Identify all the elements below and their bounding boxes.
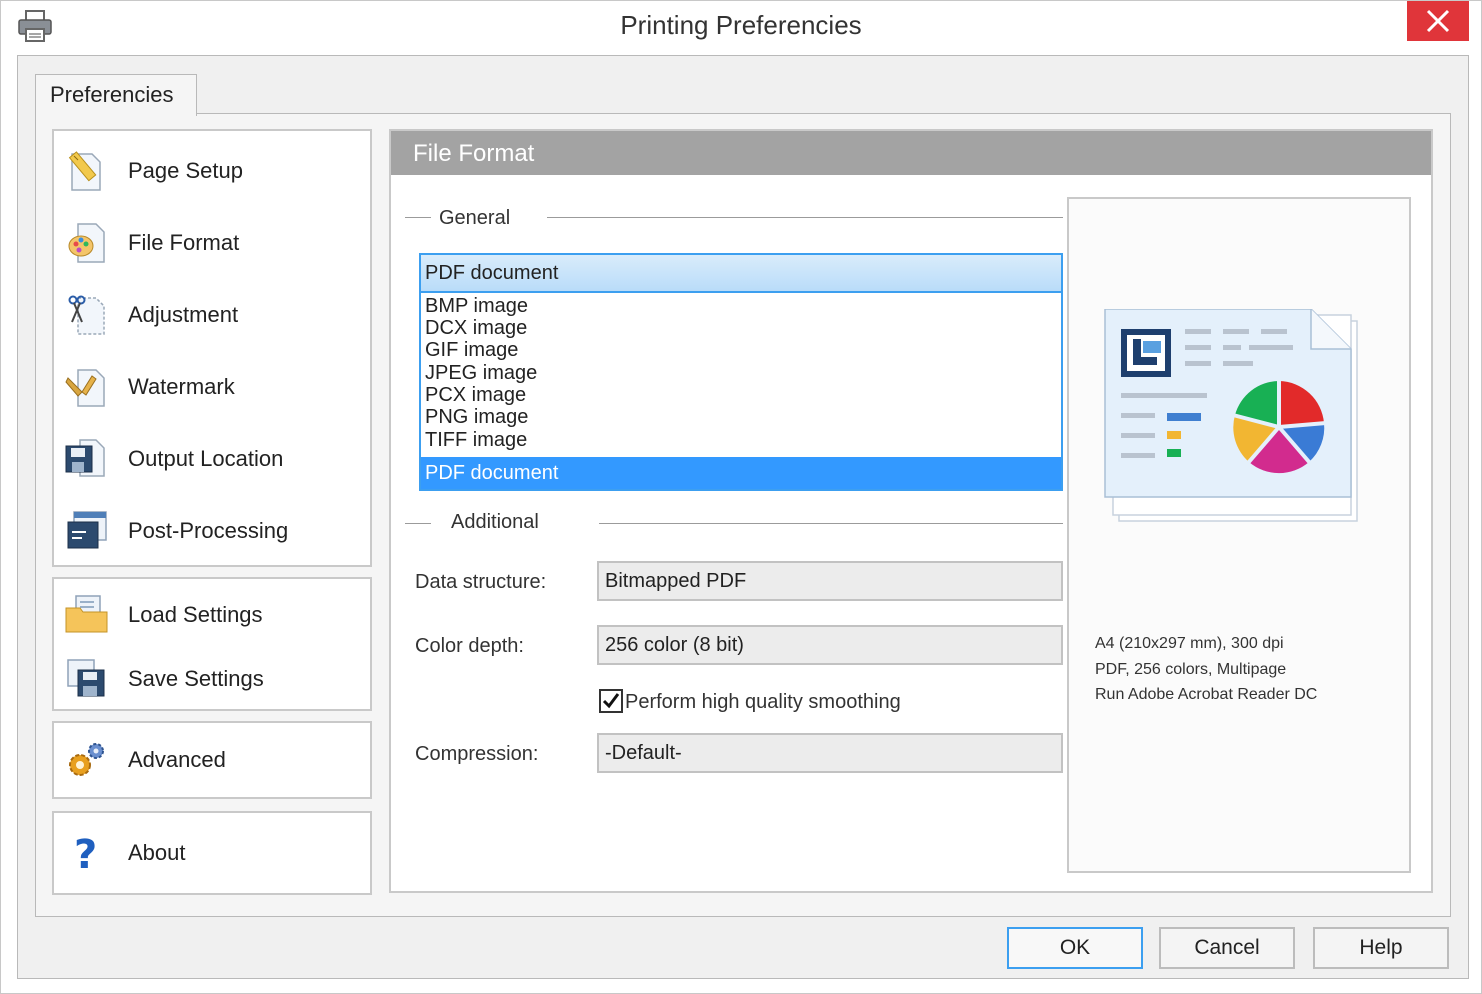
general-divider-left (405, 217, 431, 218)
nav-item-post-processing[interactable]: Post-Processing (64, 503, 364, 559)
general-group-label: General (439, 207, 511, 229)
additional-divider-right (599, 523, 1063, 524)
page-setup-icon (68, 151, 101, 191)
nav-advanced-group: Advanced (52, 721, 372, 799)
format-option-pdf[interactable]: PDF document (421, 457, 1061, 489)
close-button[interactable] (1407, 1, 1469, 41)
help-button[interactable]: Help (1313, 927, 1449, 969)
file-format-panel: File Format General PDF document BMP ima… (389, 129, 1433, 893)
help-question-icon: ? (74, 832, 97, 876)
post-processing-icon (67, 511, 107, 549)
format-combo[interactable]: PDF document (419, 253, 1063, 293)
nav-label-post-processing: Post-Processing (128, 518, 289, 543)
nav-item-load-settings[interactable]: Load Settings (64, 587, 364, 643)
nav-label-about: About (128, 840, 186, 865)
load-settings-icon (65, 595, 108, 633)
color-depth-field[interactable]: 256 color (8 bit) (597, 625, 1063, 665)
output-location-icon (65, 439, 105, 477)
nav-label-output-location: Output Location (128, 446, 284, 471)
format-option-dcx[interactable]: DCX image (425, 317, 1059, 339)
nav-label-load-settings: Load Settings (128, 602, 263, 627)
window-title: Printing Preferencies (620, 10, 862, 40)
format-option-pcx[interactable]: PCX image (425, 384, 1059, 406)
preview-info-line1: A4 (210x297 mm), 300 dpi (1095, 635, 1284, 652)
panel-header: File Format (391, 131, 1431, 175)
tab-preferencies[interactable]: Preferencies (35, 74, 197, 116)
smoothing-label: Perform high quality smoothing (625, 691, 901, 713)
nav-label-page-setup: Page Setup (128, 158, 243, 183)
format-option-tiff[interactable]: TIFF image (425, 429, 1059, 451)
additional-divider-left (405, 523, 431, 524)
format-dropdown-list: BMP image DCX image GIF image JPEG image… (419, 293, 1063, 491)
adjustment-icon (68, 295, 105, 335)
printing-preferences-window: Printing Preferencies Preferencies Page … (0, 0, 1482, 994)
watermark-icon (65, 369, 105, 407)
pdf-document-preview-icon (1104, 309, 1358, 522)
format-option-gif[interactable]: GIF image (425, 339, 1059, 361)
nav-settings-group: Load Settings Save Settings (52, 577, 372, 711)
nav-item-advanced[interactable]: Advanced (64, 732, 364, 788)
nav-item-output-location[interactable]: Output Location (64, 431, 364, 487)
nav-label-adjustment: Adjustment (128, 302, 239, 327)
data-structure-field[interactable]: Bitmapped PDF (597, 561, 1063, 601)
checkmark-icon (602, 693, 620, 709)
ok-button[interactable]: OK (1007, 927, 1143, 969)
nav-item-save-settings[interactable]: Save Settings (64, 651, 364, 707)
cancel-button[interactable]: Cancel (1159, 927, 1295, 969)
title-bar[interactable]: Printing Preferencies (1, 1, 1481, 51)
nav-label-save-settings: Save Settings (128, 666, 264, 691)
printer-icon (18, 10, 52, 42)
preview-box: A4 (210x297 mm), 300 dpi PDF, 256 colors… (1067, 197, 1411, 873)
compression-label: Compression: (415, 743, 539, 765)
format-option-png[interactable]: PNG image (425, 406, 1059, 428)
nav-main-group: Page Setup File Format Adjustment Waterm… (52, 129, 372, 567)
nav-label-advanced: Advanced (128, 747, 226, 772)
format-option-jpeg[interactable]: JPEG image (425, 362, 1059, 384)
preview-info-line3: Run Adobe Acrobat Reader DC (1095, 686, 1318, 703)
format-option-bmp[interactable]: BMP image (425, 295, 1059, 317)
nav-item-page-setup[interactable]: Page Setup (64, 143, 364, 199)
nav-item-file-format[interactable]: File Format (64, 215, 364, 271)
nav-item-adjustment[interactable]: Adjustment (64, 287, 364, 343)
svg-text:?: ? (74, 832, 97, 876)
preview-info-line2: PDF, 256 colors, Multipage (1095, 661, 1287, 678)
smoothing-checkbox[interactable] (599, 689, 623, 713)
general-divider-right (547, 217, 1063, 218)
color-depth-label: Color depth: (415, 635, 524, 657)
data-structure-label: Data structure: (415, 571, 547, 593)
advanced-gear-icon (69, 743, 104, 776)
save-settings-icon (67, 659, 105, 697)
nav-item-watermark[interactable]: Watermark (64, 359, 364, 415)
file-format-icon (68, 223, 105, 263)
compression-field[interactable]: -Default- (597, 733, 1063, 773)
nav-about-group: ? About (52, 811, 372, 895)
additional-group-label: Additional (451, 511, 539, 533)
nav-item-about[interactable]: ? About (64, 825, 364, 881)
nav-label-file-format: File Format (128, 230, 240, 255)
nav-label-watermark: Watermark (128, 374, 235, 399)
close-icon (1426, 9, 1450, 33)
